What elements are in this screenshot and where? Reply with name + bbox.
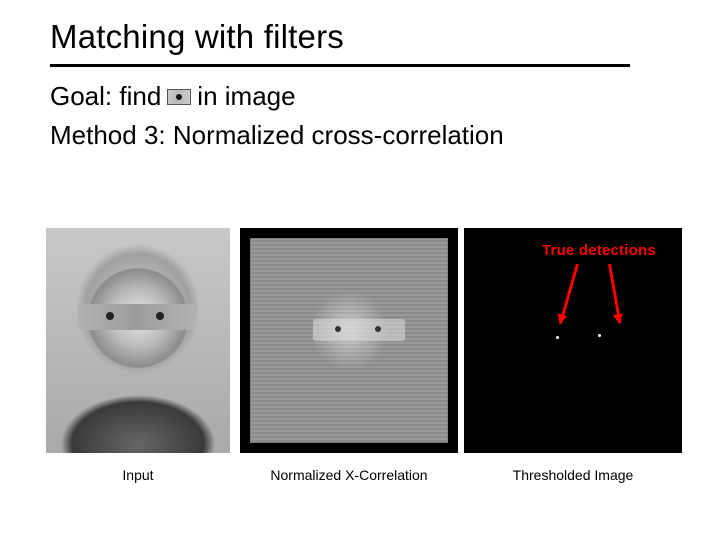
figure-row: Input Normalized X-Correlation True dete… [46,228,682,483]
eye-bar-overlay [78,304,194,330]
figure-input: Input [46,228,230,483]
true-detections-label: True detections [542,242,656,259]
goal-text-post: in image [197,81,295,112]
slide-title: Matching with filters [50,18,680,62]
caption-thresholded: Thresholded Image [513,467,634,483]
xcorr-dot-right [375,326,381,332]
eye-dot-right [156,312,164,320]
method-line: Method 3: Normalized cross-correlation [50,120,680,151]
detection-dot [598,334,601,337]
caption-xcorr: Normalized X-Correlation [270,467,427,483]
figure-thresholded: True detections Thresholded Image [464,228,682,483]
detection-dot [556,336,559,339]
eye-dot-left [106,312,114,320]
arrow-icon [559,264,579,324]
eye-template-icon [167,89,191,105]
title-underline [50,64,630,67]
arrow-icon [608,264,621,324]
xcorr-image [240,228,458,453]
thresholded-black: True detections [464,228,682,453]
figure-xcorr: Normalized X-Correlation [240,228,458,483]
portrait-placeholder [46,228,230,453]
xcorr-texture [250,238,448,443]
thresholded-image: True detections [464,228,682,453]
xcorr-dot-left [335,326,341,332]
xcorr-eye-region [313,319,405,341]
input-image [46,228,230,453]
goal-line: Goal: find in image [50,81,680,112]
slide: Matching with filters Goal: find in imag… [0,0,720,540]
goal-text-pre: Goal: find [50,81,161,112]
caption-input: Input [122,467,153,483]
